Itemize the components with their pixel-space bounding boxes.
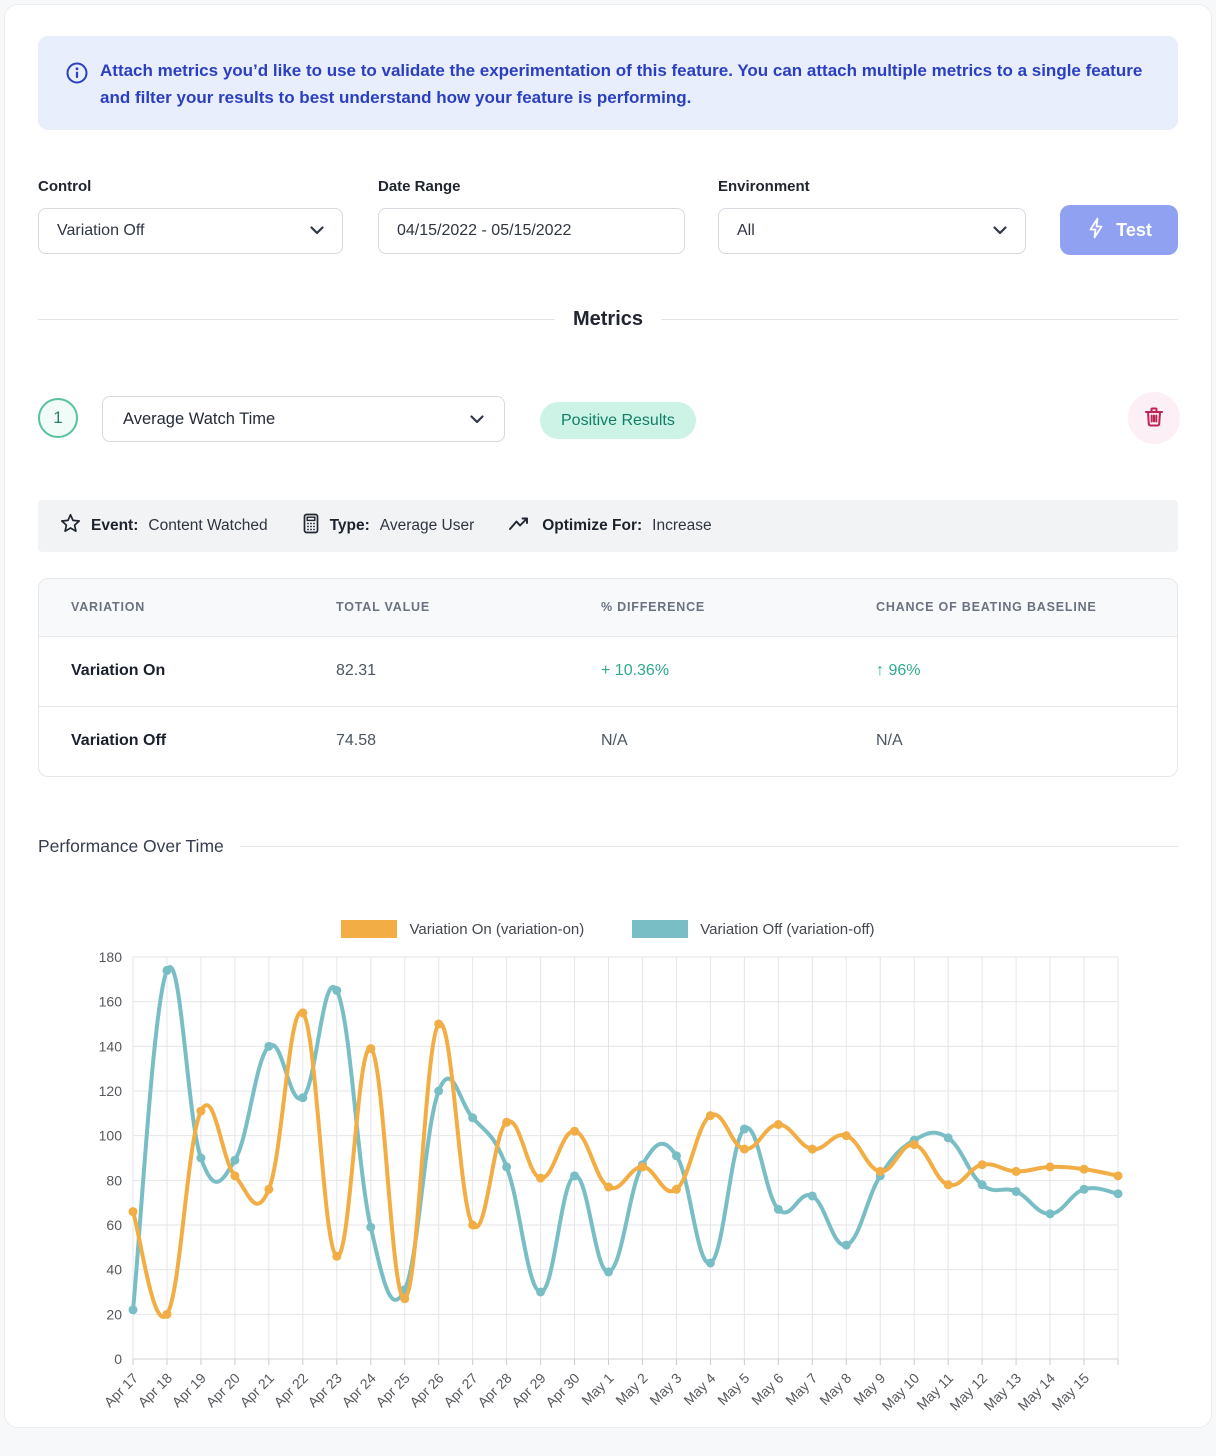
chance-value: ↑ 96% bbox=[844, 636, 1177, 706]
metrics-section-title: Metrics bbox=[555, 308, 661, 331]
control-label: Control bbox=[38, 178, 91, 195]
svg-text:Apr 29: Apr 29 bbox=[508, 1370, 549, 1411]
svg-text:180: 180 bbox=[99, 949, 123, 965]
col-chance: CHANCE OF BEATING BASELINE bbox=[844, 579, 1177, 636]
control-select[interactable]: Variation Off bbox=[38, 208, 343, 254]
metrics-section-divider: Metrics bbox=[38, 308, 1178, 331]
svg-text:0: 0 bbox=[114, 1351, 122, 1367]
difference-value: + 10.36% bbox=[569, 636, 844, 706]
svg-text:Apr 17: Apr 17 bbox=[101, 1370, 142, 1411]
table-row: Variation On 82.31 + 10.36% ↑ 96% bbox=[39, 636, 1177, 706]
trash-icon bbox=[1142, 405, 1166, 432]
svg-text:Apr 27: Apr 27 bbox=[440, 1370, 481, 1411]
svg-text:Apr 23: Apr 23 bbox=[304, 1370, 345, 1411]
col-total-value: TOTAL VALUE bbox=[304, 579, 569, 636]
svg-text:100: 100 bbox=[99, 1128, 123, 1144]
star-icon bbox=[60, 513, 81, 539]
svg-text:Apr 26: Apr 26 bbox=[406, 1370, 447, 1411]
svg-text:Apr 21: Apr 21 bbox=[237, 1370, 278, 1411]
performance-section-header: Performance Over Time bbox=[38, 836, 1178, 857]
svg-text:140: 140 bbox=[99, 1038, 123, 1054]
svg-text:80: 80 bbox=[106, 1172, 122, 1188]
test-button-label: Test bbox=[1116, 220, 1152, 241]
bolt-icon bbox=[1086, 217, 1106, 244]
svg-text:Apr 19: Apr 19 bbox=[169, 1370, 210, 1411]
optimize-for-value: Increase bbox=[652, 517, 711, 535]
optimize-for-label: Optimize For: bbox=[542, 517, 642, 535]
svg-text:May 7: May 7 bbox=[782, 1370, 820, 1408]
variation-name: Variation Off bbox=[39, 706, 304, 776]
total-value: 82.31 bbox=[304, 636, 569, 706]
svg-text:May 4: May 4 bbox=[680, 1370, 718, 1408]
info-banner: Attach metrics you’d like to use to vali… bbox=[38, 36, 1178, 130]
info-banner-text: Attach metrics you’d like to use to vali… bbox=[100, 57, 1155, 111]
col-variation: VARIATION bbox=[39, 579, 304, 636]
svg-text:May 8: May 8 bbox=[816, 1370, 854, 1408]
chevron-down-icon bbox=[310, 222, 324, 240]
svg-text:Apr 24: Apr 24 bbox=[338, 1370, 379, 1411]
chevron-down-icon bbox=[993, 222, 1007, 240]
performance-chart: 020406080100120140160180Apr 17Apr 18Apr … bbox=[0, 900, 1216, 1456]
metric-index-badge: 1 bbox=[38, 398, 78, 438]
metric-select[interactable]: Average Watch Time bbox=[102, 396, 505, 442]
metric-summary-bar: Event: Content Watched Type: Average Use… bbox=[38, 500, 1178, 552]
svg-text:Apr 20: Apr 20 bbox=[203, 1370, 244, 1411]
date-range-label: Date Range bbox=[378, 178, 461, 195]
svg-text:May 15: May 15 bbox=[1048, 1370, 1092, 1414]
divider-line bbox=[661, 319, 1178, 320]
positive-results-badge: Positive Results bbox=[540, 402, 696, 439]
svg-text:Apr 25: Apr 25 bbox=[372, 1370, 413, 1411]
svg-text:Apr 22: Apr 22 bbox=[270, 1370, 311, 1411]
table-row: Variation Off 74.58 N/A N/A bbox=[39, 706, 1177, 776]
svg-text:20: 20 bbox=[106, 1306, 122, 1322]
difference-value: N/A bbox=[569, 706, 844, 776]
type-label: Type: bbox=[330, 517, 370, 535]
date-range-input[interactable]: 04/15/2022 - 05/15/2022 bbox=[378, 208, 685, 254]
svg-text:60: 60 bbox=[106, 1217, 122, 1233]
svg-text:May 2: May 2 bbox=[612, 1370, 650, 1408]
svg-text:May 6: May 6 bbox=[748, 1370, 786, 1408]
variation-name: Variation On bbox=[39, 636, 304, 706]
environment-label: Environment bbox=[718, 178, 810, 195]
control-select-value: Variation Off bbox=[57, 222, 144, 240]
chance-value: N/A bbox=[844, 706, 1177, 776]
svg-text:160: 160 bbox=[99, 994, 123, 1010]
performance-title: Performance Over Time bbox=[38, 836, 224, 857]
svg-text:May 5: May 5 bbox=[714, 1370, 752, 1408]
svg-text:May 10: May 10 bbox=[879, 1370, 923, 1414]
environment-select[interactable]: All bbox=[718, 208, 1026, 254]
variation-results-table: VARIATION TOTAL VALUE % DIFFERENCE CHANC… bbox=[38, 578, 1178, 777]
event-value: Content Watched bbox=[148, 517, 267, 535]
info-icon bbox=[66, 62, 88, 84]
date-range-value: 04/15/2022 - 05/15/2022 bbox=[397, 222, 571, 240]
experiment-results-page: Attach metrics you’d like to use to vali… bbox=[0, 0, 1216, 1456]
type-value: Average User bbox=[380, 517, 474, 535]
trending-up-icon bbox=[508, 515, 532, 538]
divider-line bbox=[240, 846, 1178, 847]
svg-text:May 3: May 3 bbox=[646, 1370, 684, 1408]
chevron-down-icon bbox=[470, 410, 484, 429]
col-difference: % DIFFERENCE bbox=[569, 579, 844, 636]
test-button[interactable]: Test bbox=[1060, 205, 1178, 255]
delete-metric-button[interactable] bbox=[1128, 392, 1180, 444]
svg-text:Apr 18: Apr 18 bbox=[135, 1370, 176, 1411]
svg-text:Apr 30: Apr 30 bbox=[542, 1370, 583, 1411]
svg-text:Apr 28: Apr 28 bbox=[474, 1370, 515, 1411]
environment-select-value: All bbox=[737, 222, 755, 240]
divider-line bbox=[38, 319, 555, 320]
calculator-icon bbox=[302, 513, 320, 539]
svg-text:40: 40 bbox=[106, 1262, 122, 1278]
total-value: 74.58 bbox=[304, 706, 569, 776]
svg-text:May 1: May 1 bbox=[578, 1370, 616, 1408]
event-label: Event: bbox=[91, 517, 138, 535]
svg-text:120: 120 bbox=[99, 1083, 123, 1099]
table-header-row: VARIATION TOTAL VALUE % DIFFERENCE CHANC… bbox=[39, 579, 1177, 636]
metric-select-value: Average Watch Time bbox=[123, 410, 275, 429]
